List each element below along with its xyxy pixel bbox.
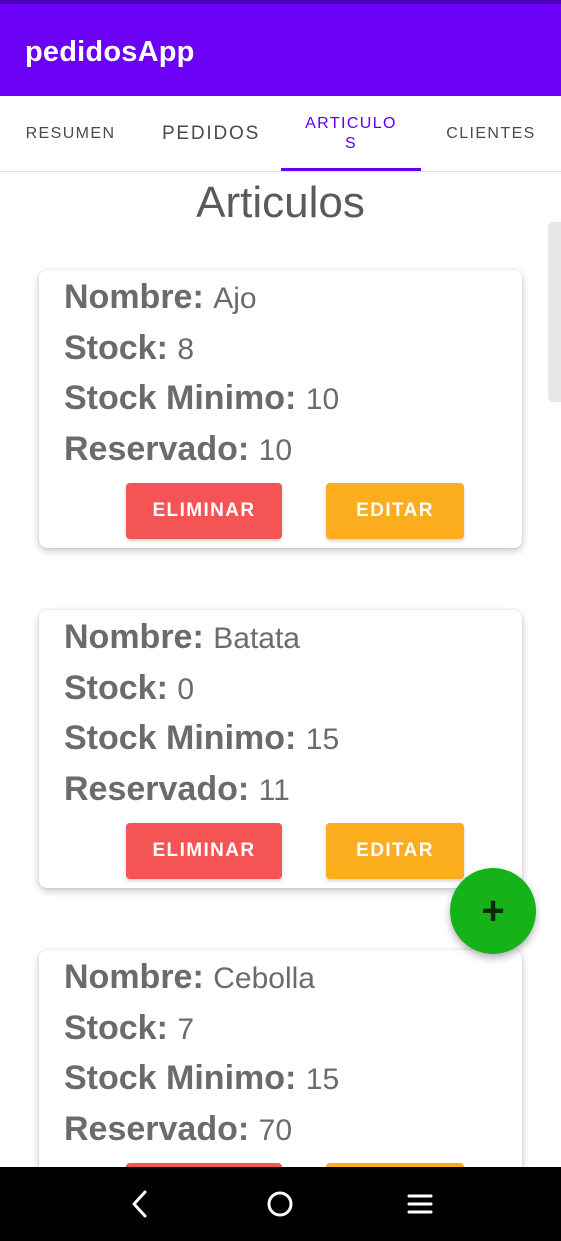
add-article-fab[interactable]: + bbox=[450, 868, 536, 954]
plus-icon: + bbox=[481, 888, 505, 933]
article-stock-row: Stock: 8 bbox=[64, 329, 194, 368]
article-stock-minimo: 15 bbox=[305, 1063, 340, 1096]
edit-button[interactable]: EDITAR bbox=[326, 823, 464, 879]
tab-label: ARTICULOS bbox=[305, 114, 397, 152]
app-title: pedidosApp bbox=[25, 36, 195, 68]
article-reservado-row: Reservado: 10 bbox=[64, 430, 292, 469]
label-nombre: Nombre: bbox=[64, 618, 204, 656]
article-stock: 8 bbox=[177, 333, 195, 366]
tab-label: CLIENTES bbox=[446, 124, 536, 142]
article-stock-minimo: 10 bbox=[305, 383, 340, 416]
label-nombre: Nombre: bbox=[64, 958, 204, 996]
article-name-row: Nombre: Batata bbox=[64, 618, 300, 657]
article-name-row: Nombre: Ajo bbox=[64, 278, 257, 317]
tab-pedidos[interactable]: PEDIDOS bbox=[141, 96, 281, 171]
label-stock-minimo: Stock Minimo: bbox=[64, 1059, 297, 1097]
label-stock: Stock: bbox=[64, 329, 168, 367]
article-stock-row: Stock: 0 bbox=[64, 669, 194, 708]
article-stock-minimo-row: Stock Minimo: 10 bbox=[64, 379, 339, 418]
label-stock-minimo: Stock Minimo: bbox=[64, 379, 297, 417]
active-tab-indicator bbox=[281, 168, 421, 171]
home-icon[interactable] bbox=[255, 1167, 305, 1241]
label-nombre: Nombre: bbox=[64, 278, 204, 316]
article-name-row: Nombre: Cebolla bbox=[64, 958, 315, 997]
article-name: Batata bbox=[213, 622, 300, 655]
label-stock: Stock: bbox=[64, 669, 168, 707]
article-name: Ajo bbox=[213, 282, 257, 315]
edit-button[interactable]: EDITAR bbox=[326, 483, 464, 539]
article-stock-row: Stock: 7 bbox=[64, 1009, 194, 1048]
label-reservado: Reservado: bbox=[64, 770, 250, 808]
delete-button[interactable]: ELIMINAR bbox=[126, 823, 282, 879]
tab-label: RESUMEN bbox=[25, 124, 116, 142]
tab-label: PEDIDOS bbox=[161, 122, 261, 144]
page-title: Articulos bbox=[196, 178, 365, 227]
article-reservado-row: Reservado: 11 bbox=[64, 770, 290, 809]
article-reservado: 11 bbox=[258, 774, 290, 807]
label-reservado: Reservado: bbox=[64, 1110, 250, 1148]
article-stock: 7 bbox=[177, 1013, 195, 1046]
article-reservado: 10 bbox=[258, 434, 293, 467]
tab-bar: RESUMEN PEDIDOS ARTICULOS CLIENTES bbox=[0, 96, 561, 172]
article-stock-minimo-row: Stock Minimo: 15 bbox=[64, 1059, 339, 1098]
article-card: Nombre: Batata Stock: 0 Stock Minimo: 15… bbox=[39, 610, 522, 888]
tab-articulos[interactable]: ARTICULOS bbox=[281, 96, 421, 171]
article-stock: 0 bbox=[177, 673, 195, 706]
delete-button[interactable]: ELIMINAR bbox=[126, 483, 282, 539]
app-bar: pedidosApp bbox=[0, 4, 561, 96]
tab-resumen[interactable]: RESUMEN bbox=[0, 96, 141, 171]
article-stock-minimo: 15 bbox=[305, 723, 340, 756]
article-reservado: 70 bbox=[258, 1114, 293, 1147]
article-reservado-row: Reservado: 70 bbox=[64, 1110, 292, 1149]
menu-icon[interactable] bbox=[395, 1167, 445, 1241]
label-stock: Stock: bbox=[64, 1009, 168, 1047]
tab-clientes[interactable]: CLIENTES bbox=[421, 96, 561, 171]
back-icon[interactable] bbox=[115, 1167, 165, 1241]
scrollbar-thumb[interactable] bbox=[548, 222, 561, 402]
system-nav-bar bbox=[0, 1167, 561, 1241]
article-card: Nombre: Ajo Stock: 8 Stock Minimo: 10 Re… bbox=[39, 270, 522, 548]
label-reservado: Reservado: bbox=[64, 430, 250, 468]
article-stock-minimo-row: Stock Minimo: 15 bbox=[64, 719, 339, 758]
label-stock-minimo: Stock Minimo: bbox=[64, 719, 297, 757]
article-name: Cebolla bbox=[213, 962, 315, 995]
